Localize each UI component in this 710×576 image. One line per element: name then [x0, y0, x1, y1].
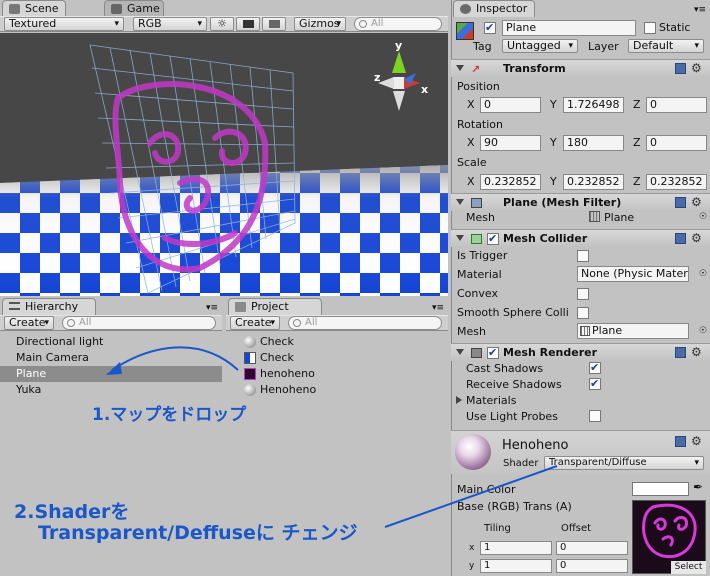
- drop-arrowhead: [106, 362, 122, 375]
- annotation-step2-line2: Transparent/Deffuseに チェンジ: [38, 522, 358, 544]
- shader-pointer-line: [384, 465, 558, 528]
- annotation-arrows: [106, 346, 558, 528]
- drop-arrow: [111, 346, 239, 371]
- annotation-step1: 1.マップをドロップ: [92, 405, 247, 425]
